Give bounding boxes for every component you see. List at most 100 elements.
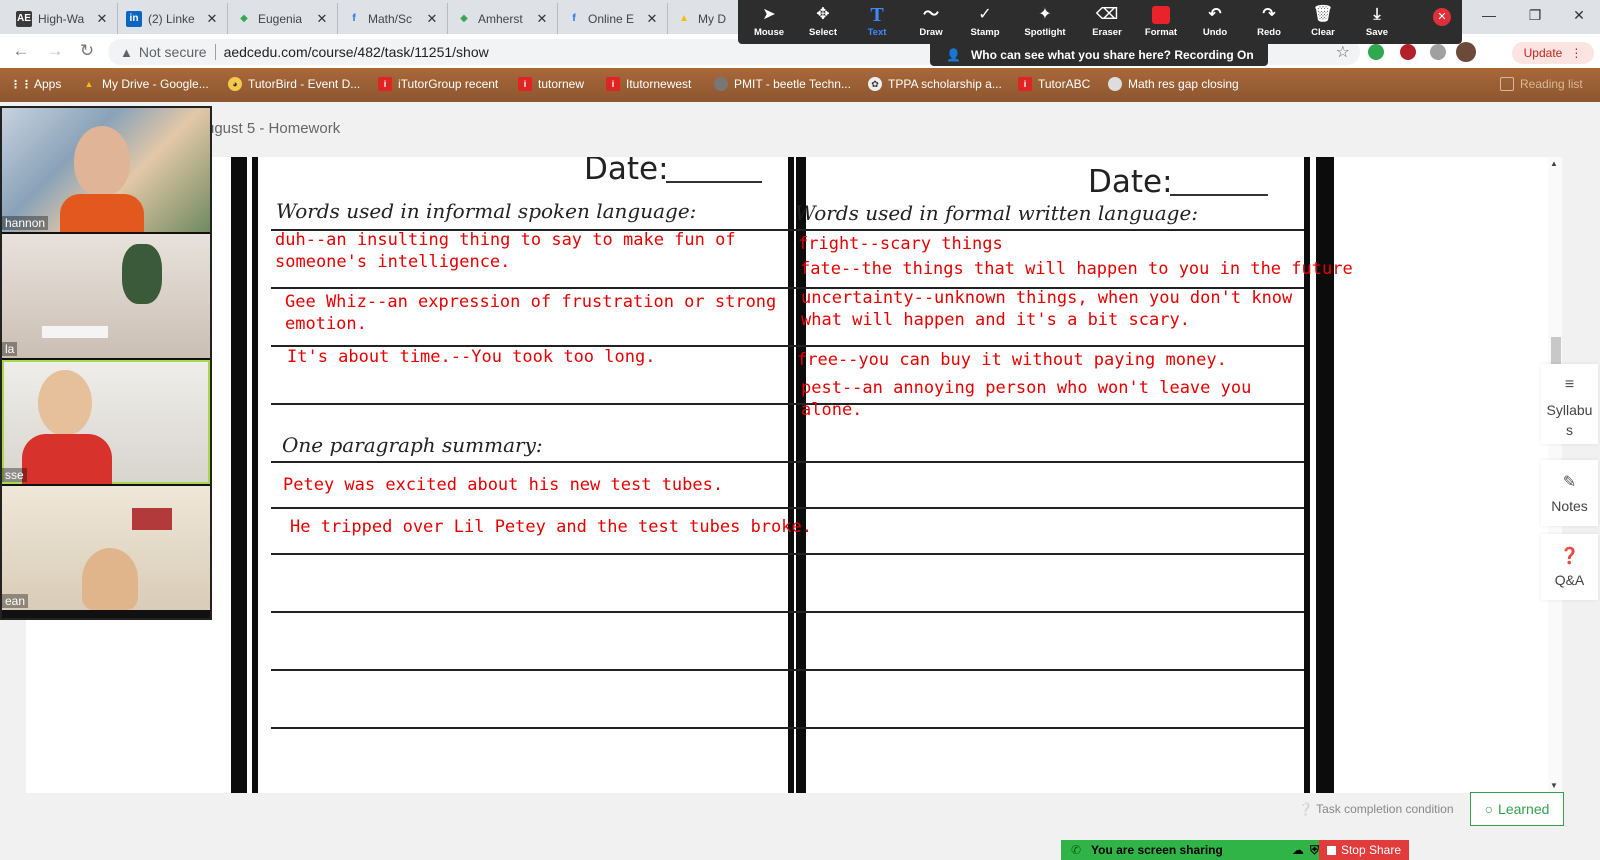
qa-button[interactable]: ❓ Q&A (1541, 534, 1598, 600)
scroll-up-icon[interactable]: ▲ (1550, 159, 1558, 168)
close-window-icon[interactable]: ✕ (1556, 0, 1600, 30)
close-tab-icon[interactable]: ✕ (645, 11, 659, 27)
spotlight-tool-button[interactable]: ✦ Spotlight (1018, 3, 1072, 43)
text-icon: T (870, 4, 884, 26)
save-button[interactable]: ⤓ Save (1350, 3, 1404, 43)
tab-linkedin[interactable]: in (2) Linke ✕ (118, 3, 228, 34)
stop-share-button[interactable]: Stop Share (1319, 840, 1409, 860)
ae-favicon-icon: AE (16, 10, 32, 27)
tab-amherst[interactable]: ◆ Amherst ✕ (448, 3, 558, 34)
close-tab-icon[interactable]: ✕ (95, 11, 109, 27)
bookmark-pmit[interactable]: PMIT - beetle Techn... (714, 77, 851, 91)
bookmark-math-res[interactable]: Math res gap closing (1108, 77, 1239, 91)
video-gallery[interactable]: hannon la sse ean (0, 106, 212, 620)
participant-name: hannon (2, 216, 49, 230)
formal-word-entry: uncertainty--unknown things, when you do… (801, 288, 1293, 330)
ruled-line (271, 461, 787, 463)
right-date-label: Date: (1088, 164, 1173, 200)
tool-label: Text (867, 27, 887, 38)
close-tab-icon[interactable]: ✕ (205, 11, 219, 27)
mouse-tool-button[interactable]: ➤ Mouse (742, 3, 796, 43)
close-tab-icon[interactable]: ✕ (315, 11, 329, 27)
participant-face (74, 126, 130, 196)
itutor-icon: i (518, 77, 532, 91)
close-tab-icon[interactable]: ✕ (535, 11, 549, 27)
eraser-icon: ⌫ (1095, 6, 1119, 23)
clear-button[interactable]: 🗑 Clear (1296, 3, 1350, 43)
itutor-icon: i (1018, 77, 1032, 91)
ruled-line (784, 461, 1304, 463)
restore-icon[interactable]: ❐ (1512, 0, 1558, 30)
bookmark-label: iTutorGroup recent (398, 77, 499, 91)
tab-online-e[interactable]: f Online E ✕ (558, 3, 668, 34)
learned-button[interactable]: ○ Learned (1470, 792, 1564, 826)
participant-video-tile[interactable]: ean (2, 486, 210, 610)
close-tab-icon[interactable]: ✕ (425, 11, 439, 27)
maps-favicon-icon: ◆ (240, 13, 248, 24)
bookmark-reading-list[interactable]: Reading list (1500, 77, 1583, 91)
participant-video-tile[interactable]: hannon (2, 108, 210, 232)
formal-word-entry: fate--the things that will happen to you… (800, 259, 1353, 279)
bookmark-tutorbird[interactable]: ◕ TutorBird - Event D... (228, 77, 360, 91)
minimize-icon[interactable]: — (1466, 0, 1512, 30)
select-tool-button[interactable]: ✥ Select (796, 3, 850, 43)
page-title: ugust 5 - Homework (206, 120, 341, 137)
bookmark-tppa[interactable]: ✿ TPPA scholarship a... (868, 77, 1002, 91)
task-completion-condition[interactable]: ❔ Task completion condition (1298, 802, 1454, 816)
tab-eugenia[interactable]: ◆ Eugenia ✕ (228, 3, 338, 34)
tutor-favicon-icon: f (572, 13, 576, 24)
draw-tool-button[interactable]: 〜 Draw (904, 3, 958, 43)
keyboard (42, 326, 108, 338)
bookmark-label: Math res gap closing (1128, 77, 1239, 91)
close-annotate-icon[interactable]: ✕ (1433, 8, 1451, 26)
recording-banner[interactable]: 👤 Who can see what you share here? Recor… (930, 44, 1268, 66)
back-arrow-icon[interactable]: ← (10, 40, 32, 62)
bookmark-label: Itutornewest (626, 77, 692, 91)
update-button[interactable]: Update ⋮ (1512, 42, 1594, 64)
bookmark-label: My Drive - Google... (102, 77, 209, 91)
tab-math-sc[interactable]: f Math/Sc ✕ (338, 3, 448, 34)
bookmark-tutorabc[interactable]: i TutorABC (1018, 77, 1090, 91)
bookmark-label: tutornew (538, 77, 585, 91)
bookmark-itutorgroup[interactable]: i iTutorGroup recent (378, 77, 498, 91)
bookmark-itutornewest[interactable]: i Itutornewest (606, 77, 691, 91)
tab-title: Eugenia (258, 11, 303, 26)
notes-button[interactable]: ✎ Notes (1541, 460, 1598, 526)
screen-share-status[interactable]: ✆ You are screen sharing ☁ ⛨ (1061, 840, 1327, 860)
extensions-puzzle-icon[interactable] (1430, 44, 1446, 60)
tool-label: Spotlight (1024, 27, 1066, 38)
format-tool-button[interactable]: Format (1134, 3, 1188, 43)
participant-video-tile[interactable]: la (2, 234, 210, 358)
annotation-toolbar: ➤ Mouse ✥ Select T Text 〜 Draw ✓ Stamp ✦… (738, 0, 1462, 44)
stamp-tool-button[interactable]: ✓ Stamp (958, 3, 1012, 43)
bookmark-star-icon[interactable]: ☆ (1336, 42, 1350, 62)
extension-green-icon[interactable] (1368, 44, 1384, 60)
bookmark-apps[interactable]: ⋮⋮ Apps (10, 77, 61, 91)
right-column-heading: Words used in formal written language: (795, 201, 1199, 225)
ruled-line (271, 727, 787, 729)
syllabus-label: Syllabu s (1546, 402, 1593, 438)
profile-avatar[interactable] (1456, 42, 1476, 62)
scroll-down-icon[interactable]: ▼ (1550, 781, 1558, 790)
tppa-icon: ✿ (868, 77, 882, 91)
tab-my-drive[interactable]: ▲ My D (668, 3, 738, 34)
save-icon: ⤓ (1373, 6, 1381, 23)
redo-button[interactable]: ↷ Redo (1242, 3, 1296, 43)
bookmark-my-drive[interactable]: ▲ My Drive - Google... (82, 77, 209, 91)
stop-share-label: Stop Share (1340, 843, 1402, 857)
participant-video-tile[interactable]: sse (2, 360, 210, 484)
reload-icon[interactable]: ↻ (76, 40, 98, 62)
participant-name: ean (2, 594, 29, 608)
forward-arrow-icon[interactable]: → (44, 40, 66, 62)
text-tool-button[interactable]: T Text (850, 3, 904, 43)
ruled-line (784, 507, 1304, 509)
undo-button[interactable]: ↶ Undo (1188, 3, 1242, 43)
participant-shirt (60, 194, 144, 232)
notebook-spine-left (788, 157, 794, 793)
syllabus-button[interactable]: ≡ Syllabu s (1541, 364, 1598, 444)
extension-ublock-icon[interactable] (1400, 44, 1416, 60)
tool-label: Clear (1311, 27, 1335, 38)
bookmark-tutornew[interactable]: i tutornew (518, 77, 584, 91)
tab-high-wa[interactable]: AE High-Wa ✕ (8, 3, 118, 34)
eraser-tool-button[interactable]: ⌫ Eraser (1080, 3, 1134, 43)
